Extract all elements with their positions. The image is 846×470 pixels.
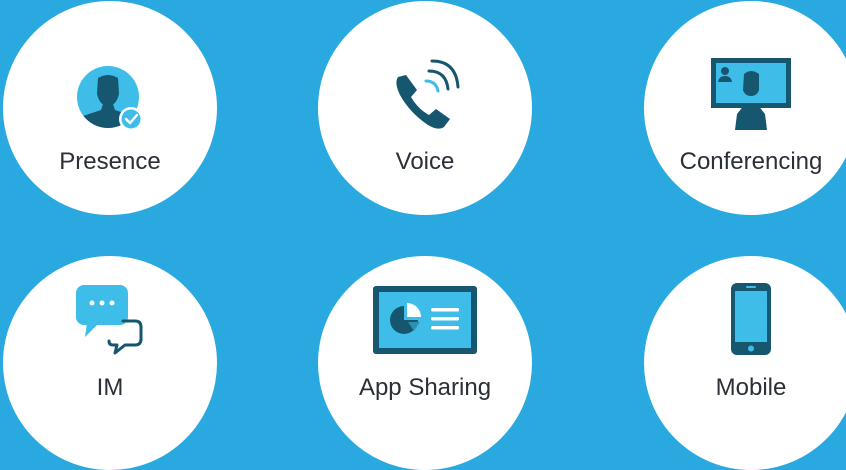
screen-share-icon [373,286,477,354]
smartphone-icon [731,283,771,355]
feature-label-mobile: Mobile [715,374,787,401]
phone-handset-icon [396,59,460,129]
chat-bubbles-icon [76,285,143,355]
feature-tile-voice[interactable]: Voice [318,1,532,215]
feature-tile-app-sharing[interactable]: App Sharing [318,256,532,470]
feature-tile-conferencing[interactable]: Conferencing [644,1,846,215]
feature-label-app-sharing: App Sharing [358,374,492,401]
feature-label-im: IM [96,374,124,401]
feature-label-conferencing: Conferencing [679,148,823,175]
feature-tile-im[interactable]: IM [3,256,217,470]
feature-label-presence: Presence [59,148,161,175]
feature-label-voice: Voice [395,148,455,175]
feature-tile-presence[interactable]: Presence [3,1,217,215]
feature-tile-mobile[interactable]: Mobile [644,256,846,470]
person-presence-icon [77,66,143,131]
video-conference-icon [711,58,791,130]
